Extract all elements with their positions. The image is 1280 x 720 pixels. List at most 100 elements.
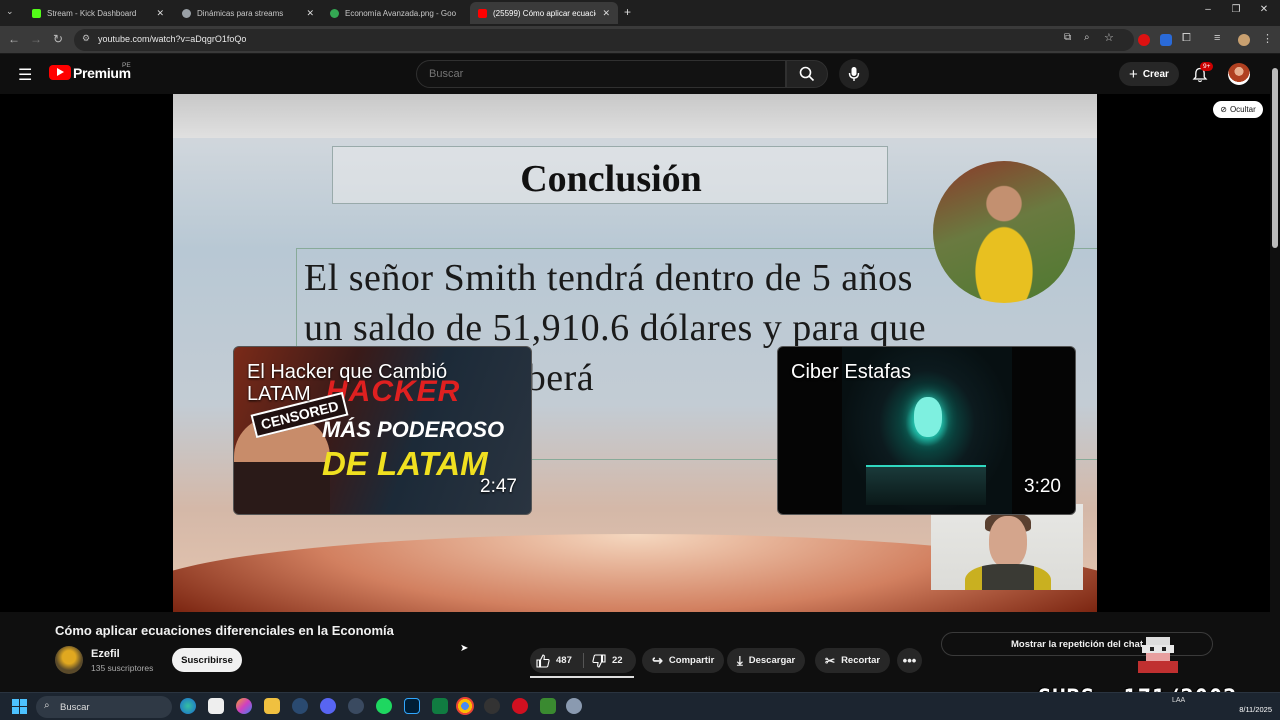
site-info-icon[interactable]: ⚙ [82,33,90,44]
notifications-button[interactable]: 9+ [1190,62,1214,85]
menu-hamburger-icon[interactable]: ☰ [18,65,32,85]
file-explorer-icon[interactable] [264,698,280,714]
create-label: Crear [1142,68,1169,80]
thumbs-down-icon [592,653,606,668]
extension-record-icon[interactable] [1138,34,1150,46]
like-button[interactable]: 487 [536,648,572,673]
webcam-body [965,564,1051,590]
share-label: Compartir [668,655,715,666]
taskbar-search[interactable]: ⌕ Buscar [36,696,172,718]
minecraft-icon[interactable] [540,698,556,714]
channel-name[interactable]: Ezefil [91,648,120,660]
window-close-icon[interactable]: ✕ [1254,4,1274,15]
account-avatar[interactable] [1228,63,1250,85]
steam-icon[interactable] [292,698,308,714]
excel-icon[interactable] [432,698,448,714]
search-input[interactable] [429,68,769,80]
close-icon[interactable]: ✕ [156,8,164,19]
extensions-puzzle-icon[interactable]: ⧠ [1182,32,1191,45]
share-button[interactable]: ↪ Compartir [642,648,725,673]
input-language[interactable]: LAA [1172,697,1185,704]
browser-toolbar: ← → ↻ ⚙ youtube.com/watch?v=aDqgrO1foQo … [0,26,1280,54]
scissors-icon: ✂ [825,653,836,668]
youtube-logo-icon[interactable] [49,65,71,80]
reading-list-icon[interactable]: ≡ [1214,32,1220,44]
tab-youtube-video[interactable]: (25599) Cómo aplicar ecuacion ✕ [470,2,618,24]
close-icon[interactable]: ✕ [306,8,314,19]
video-player[interactable]: Conclusión El señor Smith tendrá dentro … [0,94,1270,612]
hide-cards-button[interactable]: ⊘ Ocultar [1213,101,1263,118]
end-screen-video-card[interactable]: HACKER MÁS PODEROSO DE LATAM CENSORED El… [233,346,532,515]
github-icon[interactable] [484,698,500,714]
tab-title: Dinámicas para streams [197,8,284,18]
more-actions-button[interactable]: ••• [897,648,922,673]
card-title: Ciber Estafas [791,361,912,383]
dislike-count: 22 [612,655,623,666]
browser-tab-bar: ⌄ Stream - Kick Dashboard ✕ Dinámicas pa… [0,0,1280,26]
mouse-cursor-icon: ➤ [460,643,469,654]
download-button[interactable]: ⤓ Descargar [727,648,806,673]
system-clock[interactable]: 8/11/2025 [1228,705,1272,715]
tab-title: Stream - Kick Dashboard [47,8,137,18]
bookmark-star-icon[interactable]: ☆ [1104,31,1114,44]
notification-badge: 9+ [1200,62,1214,71]
cast-icon[interactable]: ⧉ [1064,32,1071,43]
channel-avatar[interactable] [55,646,83,674]
reload-icon[interactable]: ↻ [50,32,66,46]
more-horizontal-icon: ••• [902,653,917,668]
tab-kick-dashboard[interactable]: Stream - Kick Dashboard ✕ [24,2,172,24]
subscribe-button[interactable]: Suscribirse [172,648,242,672]
google-drive-icon [330,8,339,18]
hide-label: Ocultar [1229,105,1256,114]
address-bar[interactable]: ⚙ youtube.com/watch?v=aDqgrO1foQo ⧉ ⌕ ☆ [74,29,1134,51]
clip-button[interactable]: ✂ Recortar [815,648,891,673]
create-button[interactable]: + Crear [1119,62,1179,86]
voice-search-button[interactable] [839,59,869,89]
copilot-icon[interactable] [236,698,252,714]
presenter-webcam [931,504,1083,590]
new-tab-plus-icon[interactable]: + [624,5,631,19]
spotify-icon[interactable] [376,698,392,714]
minimize-icon[interactable]: – [1198,4,1218,15]
opera-icon[interactable] [512,698,528,714]
close-icon[interactable]: ✕ [602,8,610,19]
search-icon: ⌕ [44,700,50,711]
profile-avatar[interactable] [1238,34,1250,46]
slide-heading: Conclusión [520,158,702,200]
back-arrow-icon[interactable]: ← [6,32,22,46]
photoshop-icon[interactable] [404,698,420,714]
search-box[interactable] [416,60,786,88]
like-ratio-underline [530,676,634,678]
search-icon [799,66,815,82]
search-button[interactable] [786,60,828,88]
clip-label: Recortar [841,655,881,666]
card-title: El Hacker que Cambió LATAM [247,361,448,405]
scrollbar-thumb[interactable] [1272,68,1278,248]
presenter-photo-circle [933,161,1075,303]
card-thumbnail-mask [914,397,942,437]
system-date: 8/11/2025 [1239,705,1272,714]
media-app-icon[interactable] [208,698,224,714]
windows-start-icon[interactable] [12,699,27,714]
app-icon[interactable] [348,698,364,714]
like-divider [583,653,584,668]
end-screen-video-card[interactable]: Ciber Estafas 3:20 [777,346,1076,515]
zoom-icon[interactable]: ⌕ [1084,32,1090,43]
tab-search-chevron-icon[interactable]: ⌄ [6,6,14,17]
download-label: Descargar [748,655,796,666]
tab-economia-avanzada[interactable]: Economía Avanzada.png - Goo [322,2,470,24]
edge-icon[interactable] [180,698,196,714]
extension-translate-icon[interactable] [1160,34,1172,46]
tab-dinamicas[interactable]: Dinámicas para streams ✕ [174,2,322,24]
share-arrow-icon: ↪ [652,652,663,668]
forward-arrow-icon[interactable]: → [28,32,44,46]
chrome-icon[interactable] [456,697,474,715]
chat-replay-label: Mostrar la repetición del chat [1011,638,1143,650]
like-count: 487 [556,655,572,666]
settings-gear-icon[interactable] [566,698,582,714]
restore-icon[interactable]: ❐ [1226,4,1246,15]
discord-icon[interactable] [320,698,336,714]
browser-menu-icon[interactable]: ⋮ [1262,32,1273,45]
dislike-button[interactable]: 22 [592,648,623,673]
page-scrollbar[interactable] [1270,54,1280,692]
